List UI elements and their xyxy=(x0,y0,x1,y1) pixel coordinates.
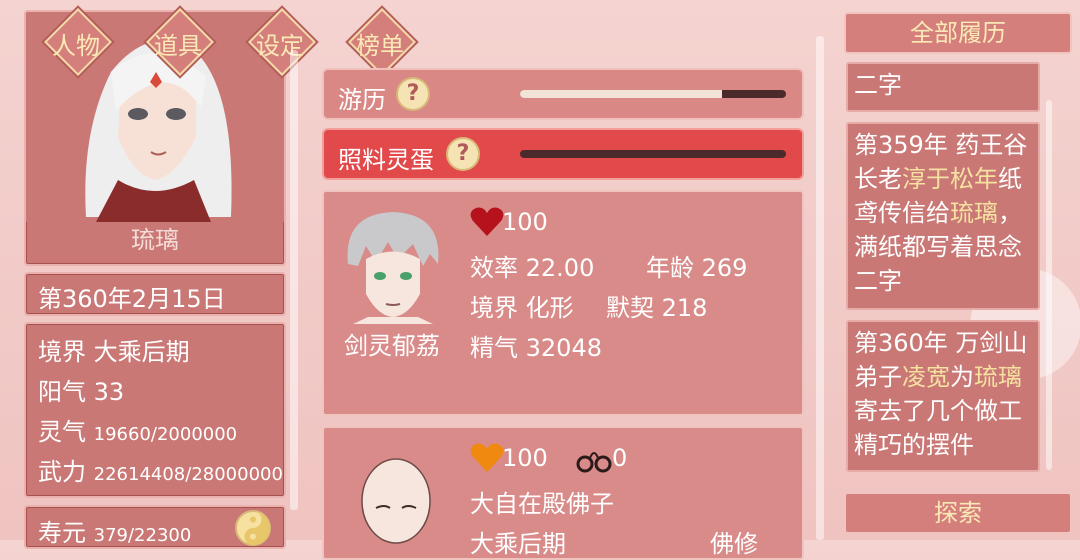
companion-name: 剑灵郁荔 xyxy=(344,332,440,360)
character-name: 琉璃 xyxy=(131,226,179,254)
history-person: 琉璃 xyxy=(950,199,998,227)
history-person: 凌宽 xyxy=(902,363,950,391)
stat-force: 武力 22614408/28000000 xyxy=(38,452,283,487)
history-text: ， xyxy=(998,199,1022,227)
companion-portrait xyxy=(361,458,431,544)
essence-row: 精气 32048 xyxy=(470,328,602,363)
task-egg-care[interactable]: 照料灵蛋 ? xyxy=(322,128,804,180)
companion-title: 大自在殿佛子 xyxy=(470,490,614,518)
essence-value: 32048 xyxy=(525,334,602,362)
history-header-button[interactable]: 全部履历 xyxy=(844,12,1072,54)
heart-icon xyxy=(470,207,504,236)
task-egg-label: 照料灵蛋 xyxy=(338,146,434,174)
history-person: 淳于松年 xyxy=(902,165,998,193)
stats-panel: 境界 大乘后期 阳气 33 灵气 19660/2000000 武力 226144… xyxy=(24,322,286,498)
help-icon[interactable]: ? xyxy=(446,137,480,171)
affection-value: 100 xyxy=(502,444,548,472)
stat-force-label: 武力 xyxy=(38,458,86,486)
history-entry: 第360年 万剑山 弟子凌宽为琉璃 寄去了几个做工 精巧的摆件 xyxy=(846,320,1040,472)
companion-card[interactable]: 剑灵郁荔 100 效率 22.00 年龄 269 境界 化形 默契 218 精气… xyxy=(322,190,804,416)
current-date: 第360年2月15日 xyxy=(38,285,226,313)
tab-label: 设定 xyxy=(256,32,304,60)
stat-spirit-value: 19660/2000000 xyxy=(93,424,238,445)
efficiency-row: 效率 22.00 xyxy=(470,248,594,283)
companion-path: 佛修 xyxy=(710,530,758,558)
stat-realm: 境界 大乘后期 xyxy=(38,332,190,367)
tab-rankings[interactable]: 榜单 xyxy=(348,8,416,76)
tab-label: 榜单 xyxy=(356,32,404,60)
history-person: 琉璃 xyxy=(974,363,1022,391)
stat-spirit: 灵气 19660/2000000 xyxy=(38,412,237,447)
heart-icon xyxy=(470,443,504,472)
history-text: 鸢传信给 xyxy=(854,199,950,227)
left-scrollbar[interactable] xyxy=(290,50,298,510)
middle-scrollbar[interactable] xyxy=(816,36,824,540)
tab-settings[interactable]: 设定 xyxy=(248,8,316,76)
stat-yang: 阳气 33 xyxy=(38,372,124,407)
history-line: 精巧的摆件 xyxy=(854,431,974,459)
bond-row: 默契 218 xyxy=(606,288,707,323)
bond-label: 默契 xyxy=(606,294,654,322)
efficiency-label: 效率 xyxy=(470,254,518,282)
history-text: 弟子 xyxy=(854,363,902,391)
task-travel-progress xyxy=(520,90,786,98)
tab-items[interactable]: 道具 xyxy=(146,8,214,76)
age-label: 年龄 xyxy=(646,254,694,282)
history-line: 弟子凌宽为琉璃 xyxy=(854,360,1032,394)
history-line: 寄去了几个做工 xyxy=(854,397,1022,425)
stat-life-label: 寿元 xyxy=(38,519,86,547)
history-text: 为 xyxy=(950,363,974,391)
stat-realm-value: 大乘后期 xyxy=(93,338,190,366)
companion-realm-value: 化形 xyxy=(525,294,574,322)
history-line: 第360年 万剑山 xyxy=(854,329,1028,357)
stat-yang-value: 33 xyxy=(93,378,125,406)
tab-label: 人物 xyxy=(52,32,100,60)
bond-value: 218 xyxy=(661,294,708,322)
stat-spirit-label: 灵气 xyxy=(38,418,86,446)
companion-realm-value: 大乘后期 xyxy=(470,530,566,558)
tab-character[interactable]: 人物 xyxy=(44,8,112,76)
history-entry: 第359年 药王谷 长老淳于松年纸 鸢传信给琉璃， 满纸都写着思念 二字 xyxy=(846,122,1040,310)
history-line: 二字 xyxy=(854,267,902,295)
history-line: 满纸都写着思念 xyxy=(854,233,1022,261)
handcuffs-icon xyxy=(576,452,612,473)
history-line: 鸢传信给琉璃， xyxy=(854,196,1032,230)
date-panel: 第360年2月15日 xyxy=(24,272,286,316)
essence-label: 精气 xyxy=(470,334,518,362)
companion-portrait xyxy=(347,212,439,324)
yin-yang-icon[interactable] xyxy=(234,509,272,547)
stat-force-value: 22614408/28000000 xyxy=(93,464,283,485)
task-travel[interactable]: 游历 ? xyxy=(322,68,804,120)
cuffs-value: 0 xyxy=(612,444,628,472)
progress-fill xyxy=(520,90,723,98)
stat-yang-label: 阳气 xyxy=(38,378,86,406)
history-text: 纸 xyxy=(998,165,1022,193)
history-entry-fragment: 二字 xyxy=(846,62,1040,112)
history-fragment-text: 二字 xyxy=(854,71,902,99)
age-value: 269 xyxy=(701,254,748,282)
tab-label: 道具 xyxy=(154,32,202,60)
stat-life: 寿元 379/22300 xyxy=(38,513,191,548)
explore-button[interactable]: 探索 xyxy=(844,492,1072,534)
right-scrollbar[interactable] xyxy=(1046,100,1052,470)
history-text: 长老 xyxy=(854,165,902,193)
task-travel-label: 游历 xyxy=(338,86,386,114)
companion-realm-label: 境界 xyxy=(470,294,518,322)
efficiency-value: 22.00 xyxy=(525,254,595,282)
help-icon[interactable]: ? xyxy=(396,77,430,111)
history-line: 第359年 药王谷 xyxy=(854,131,1028,159)
history-line: 长老淳于松年纸 xyxy=(854,162,1032,196)
lifespan-panel: 寿元 379/22300 xyxy=(24,505,286,549)
affection-value: 100 xyxy=(502,208,548,236)
stat-life-value: 379/22300 xyxy=(93,525,192,546)
age-row: 年龄 269 xyxy=(646,248,747,283)
companion-realm-row: 境界 化形 xyxy=(470,288,574,323)
stat-realm-label: 境界 xyxy=(38,338,86,366)
task-egg-progress xyxy=(520,150,786,158)
